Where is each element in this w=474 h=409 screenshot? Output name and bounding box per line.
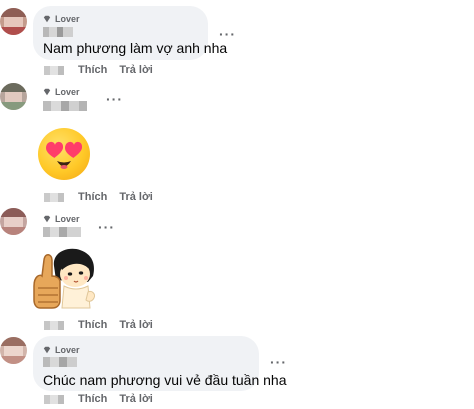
diamond-icon [43,346,51,354]
badge-label: Lover [55,214,80,224]
lover-badge: Lover [43,86,80,98]
author-name-blurred[interactable] [43,357,77,367]
comment-bubble: Lover Chúc nam phương vui vẻ đầu tuần nh… [33,336,287,391]
more-options-icon[interactable]: ··· [98,219,115,235]
avatar[interactable] [0,83,27,110]
like-button[interactable]: Thích [78,64,107,76]
comment-text: Nam phương làm vợ anh nha [43,40,228,56]
timestamp-blurred[interactable] [44,394,64,404]
avatar[interactable] [0,8,27,35]
comment-actions: Thích Trả lời [44,63,165,77]
reply-button[interactable]: Trả lời [119,393,153,405]
more-options-icon[interactable]: ··· [270,354,287,370]
more-options-icon[interactable]: ··· [106,91,123,107]
comment-actions: Thích Trả lời [44,318,165,332]
more-options-icon[interactable]: ··· [219,26,236,42]
like-button[interactable]: Thích [78,393,107,405]
reply-button[interactable]: Trả lời [119,191,153,203]
timestamp-blurred[interactable] [44,320,64,330]
timestamp-blurred[interactable] [44,192,64,202]
comment-4: Lover Chúc nam phương vui vẻ đầu tuần nh… [0,332,474,409]
diamond-icon [43,15,51,23]
badge-label: Lover [55,87,80,97]
author-name-blurred[interactable] [43,101,87,111]
avatar[interactable] [0,337,27,364]
reply-button[interactable]: Trả lời [119,319,153,331]
comment-text: Chúc nam phương vui vẻ đầu tuần nha [43,372,287,388]
like-button[interactable]: Thích [78,191,107,203]
comment-actions: Thích Trả lời [44,392,165,406]
comment-actions: Thích Trả lời [44,190,165,204]
badge-label: Lover [55,14,80,24]
like-button[interactable]: Thích [78,319,107,331]
heart-eyes-emoji [38,128,90,180]
reply-button[interactable]: Trả lời [119,64,153,76]
comment-bubble: Lover Nam phương làm vợ anh nha [33,6,227,60]
author-name-blurred[interactable] [43,27,73,37]
author-name-blurred[interactable] [43,227,81,237]
badge-label: Lover [55,345,80,355]
diamond-icon [43,88,51,96]
comment-1: Lover Nam phương làm vợ anh nha ··· Thíc… [0,0,474,80]
thumbs-up-girl-sticker [30,246,102,314]
timestamp-blurred[interactable] [44,65,64,75]
lover-badge: Lover [43,13,80,25]
lover-badge: Lover [43,344,80,356]
diamond-icon [43,215,51,223]
avatar[interactable] [0,208,27,235]
lover-badge: Lover [43,213,80,225]
